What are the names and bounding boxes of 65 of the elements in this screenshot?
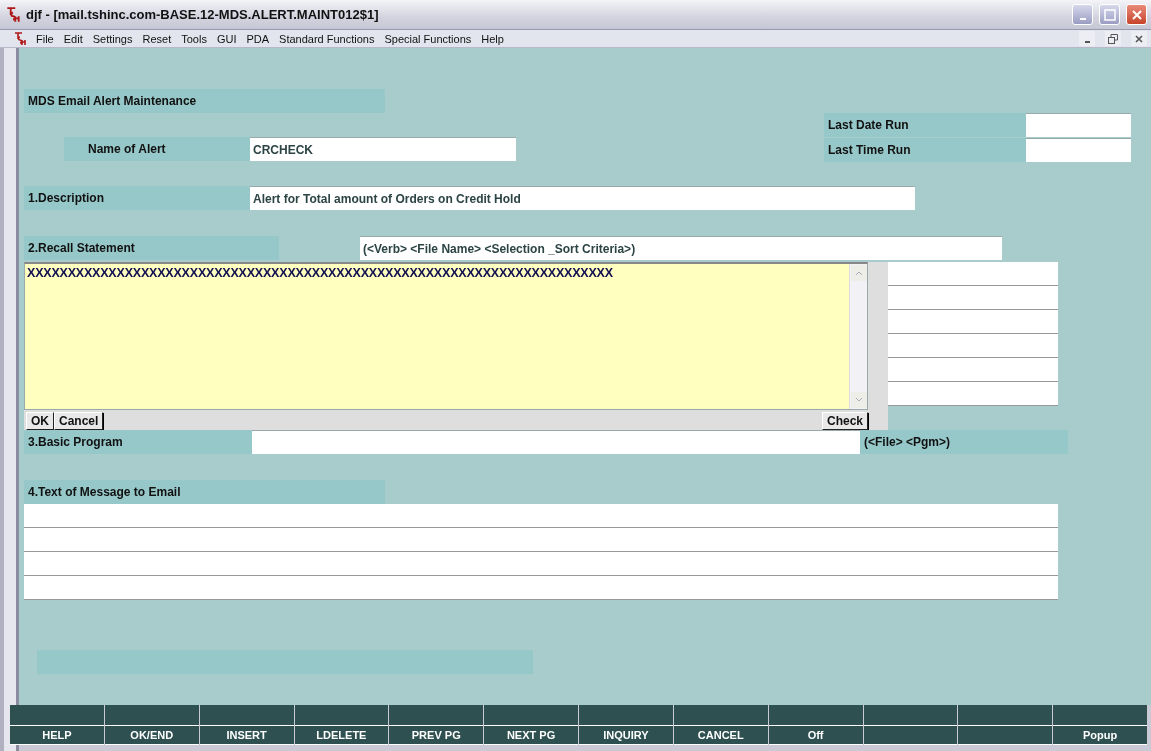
check-button[interactable]: Check bbox=[821, 412, 868, 430]
function-key[interactable]: INSERT bbox=[199, 726, 294, 744]
maximize-button[interactable] bbox=[1099, 4, 1120, 25]
menu-item[interactable]: Special Functions bbox=[384, 32, 472, 45]
function-key[interactable]: Off bbox=[768, 726, 863, 744]
logo-icon bbox=[14, 31, 26, 46]
restore-icon bbox=[1108, 33, 1118, 44]
maximize-icon bbox=[1103, 8, 1116, 21]
function-key[interactable]: OK/END bbox=[104, 726, 199, 744]
field-label: Last Time Run bbox=[824, 138, 1026, 162]
input-field[interactable] bbox=[24, 576, 1058, 600]
dialog-button[interactable]: Cancel bbox=[54, 412, 104, 430]
close-button[interactable] bbox=[1131, 31, 1147, 46]
input-field[interactable] bbox=[24, 552, 1058, 576]
menu-item[interactable]: Tools bbox=[181, 32, 207, 45]
field-label: 4.Text of Message to Email bbox=[24, 480, 385, 504]
close-icon bbox=[1135, 34, 1143, 43]
input-field[interactable] bbox=[888, 286, 1058, 310]
input-field[interactable] bbox=[24, 528, 1058, 552]
menu-item[interactable]: Help bbox=[481, 32, 504, 45]
close-icon bbox=[1130, 8, 1143, 21]
minimize-icon bbox=[1079, 17, 1086, 20]
input-field[interactable] bbox=[252, 430, 860, 454]
menu-item[interactable]: PDA bbox=[246, 32, 270, 45]
restore-button[interactable] bbox=[1105, 31, 1121, 46]
menu-item[interactable]: Reset bbox=[142, 32, 172, 45]
input-field[interactable]: Alert for Total amount of Orders on Credit Hold bbox=[250, 186, 915, 210]
scroll-down-icon[interactable] bbox=[855, 397, 863, 403]
input-field[interactable] bbox=[888, 310, 1058, 334]
close-button[interactable] bbox=[1126, 4, 1147, 25]
input-field[interactable] bbox=[888, 358, 1058, 382]
form-heading: MDS Email Alert Maintenance bbox=[24, 89, 385, 113]
dialog-button[interactable]: OK bbox=[26, 412, 54, 430]
menu-item[interactable]: Settings bbox=[92, 32, 133, 45]
scroll-up-icon[interactable] bbox=[855, 270, 863, 276]
hint-label: (<File> <Pgm>) bbox=[860, 430, 1068, 454]
input-field[interactable] bbox=[888, 262, 1058, 286]
function-key[interactable]: HELP bbox=[10, 726, 104, 744]
logo-icon bbox=[6, 6, 20, 23]
function-key[interactable]: NEXT PG bbox=[484, 726, 578, 744]
field-label: Last Date Run bbox=[824, 113, 1026, 137]
function-key[interactable]: Popup bbox=[1053, 726, 1147, 744]
minimize-icon bbox=[1084, 40, 1090, 43]
function-key[interactable]: CANCEL bbox=[673, 726, 768, 744]
field-label: 2.Recall Statement bbox=[24, 236, 279, 260]
field-label: 1.Description bbox=[24, 186, 250, 210]
input-field[interactable] bbox=[1026, 138, 1131, 162]
input-field[interactable] bbox=[888, 382, 1058, 406]
input-field[interactable] bbox=[24, 504, 1058, 528]
field-label: 3.Basic Program bbox=[24, 430, 252, 454]
input-field[interactable] bbox=[888, 334, 1058, 358]
menu-item[interactable]: Standard Functions bbox=[279, 32, 375, 45]
menu-item[interactable]: Edit bbox=[63, 32, 83, 45]
menu-item[interactable]: File bbox=[36, 32, 54, 45]
menu-item[interactable]: GUI bbox=[216, 32, 237, 45]
input-field[interactable]: CRCHECK bbox=[250, 137, 516, 161]
hint-field: (<Verb> <File Name> <Selection _Sort Criteria>) bbox=[360, 236, 1002, 260]
minimize-button[interactable] bbox=[1079, 31, 1095, 46]
input-field[interactable] bbox=[1026, 113, 1131, 137]
scrollbar[interactable] bbox=[849, 264, 867, 409]
function-key[interactable]: PREV PG bbox=[389, 726, 484, 744]
function-key[interactable]: INQUIRY bbox=[579, 726, 673, 744]
window-title: djf - [mail.tshinc.com-BASE.12-MDS.ALERT.MAINT012$1] bbox=[26, 7, 380, 22]
field-label: Name of Alert bbox=[64, 137, 250, 161]
function-key[interactable]: LDELETE bbox=[294, 726, 389, 744]
